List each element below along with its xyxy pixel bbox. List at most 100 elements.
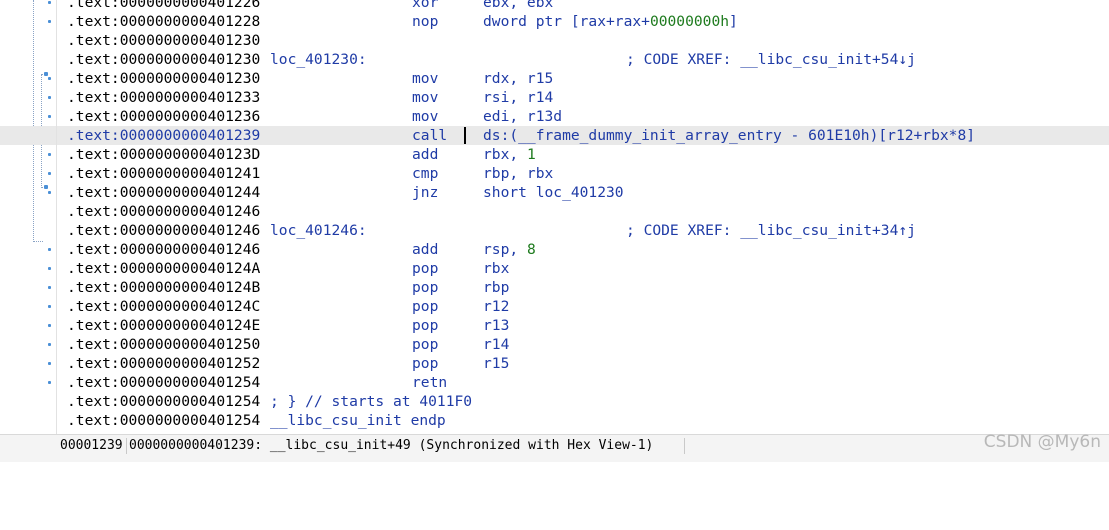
listing-row[interactable]: .text:0000000000401254 ; } // starts at 4… (0, 392, 1109, 411)
instruction-operands[interactable]: rbx, 1 (483, 145, 536, 164)
address-label[interactable]: .text:0000000000401230 (67, 50, 260, 69)
address-label[interactable]: .text:0000000000401233 (67, 88, 260, 107)
instruction-operands[interactable]: r14 (483, 335, 509, 354)
instruction-mnemonic[interactable]: pop (412, 335, 438, 354)
instruction-mnemonic[interactable]: pop (412, 354, 438, 373)
instruction-operands[interactable]: rbp, rbx (483, 164, 553, 183)
instruction-mnemonic[interactable]: pop (412, 316, 438, 335)
operand-number: 8 (526, 241, 536, 258)
operand-text: ] (729, 13, 738, 30)
listing-row[interactable]: .text:0000000000401230 mov rdx, r15 (0, 69, 1109, 88)
code-label[interactable]: __libc_csu_init endp (270, 411, 446, 430)
instruction-mnemonic[interactable]: mov (412, 69, 438, 88)
address-label[interactable]: .text:000000000040123D (67, 145, 260, 164)
instruction-mnemonic[interactable]: xor (412, 0, 438, 12)
address-label[interactable]: .text:000000000040124C (67, 297, 260, 316)
instruction-operands[interactable]: rdx, r15 (483, 69, 553, 88)
address-label[interactable]: .text:0000000000401246 (67, 240, 260, 259)
instruction-operands[interactable]: ebx, ebx (483, 0, 553, 12)
operand-text: rsp, (483, 241, 527, 258)
listing-row[interactable]: .text:0000000000401230 loc_401230: ; CODE … (0, 50, 1109, 69)
gutter-divider (56, 0, 57, 461)
instruction-operands[interactable]: dword ptr [rax+rax+00000000h] (483, 12, 738, 31)
instruction-mnemonic[interactable]: pop (412, 259, 438, 278)
address-label[interactable]: .text:0000000000401239 (67, 126, 260, 145)
instruction-mnemonic[interactable]: call (412, 126, 447, 145)
instruction-operands[interactable]: r13 (483, 316, 509, 335)
instruction-mnemonic[interactable]: add (412, 145, 438, 164)
address-label[interactable]: .text:000000000040124E (67, 316, 260, 335)
listing-row[interactable]: .text:0000000000401246 (0, 202, 1109, 221)
address-label[interactable]: .text:0000000000401244 (67, 183, 260, 202)
address-label[interactable]: .text:000000000040124B (67, 278, 260, 297)
listing-row[interactable]: .text:0000000000401233 mov rsi, r14 (0, 88, 1109, 107)
status-separator (126, 438, 127, 454)
instruction-operands[interactable]: ds:(__frame_dummy_init_array_entry - 601… (483, 126, 975, 145)
listing-row[interactable]: .text:0000000000401228 nop dword ptr [rax+… (0, 12, 1109, 31)
instruction-mnemonic[interactable]: mov (412, 107, 438, 126)
instruction-operands[interactable]: rsp, 8 (483, 240, 536, 259)
instruction-mnemonic[interactable]: pop (412, 297, 438, 316)
disassembly-view[interactable]: .text:0000000000401226 xor ebx, ebx .text:0… (0, 0, 1109, 434)
xref-comment[interactable]: ; CODE XREF: __libc_csu_init+34↑j (626, 221, 916, 240)
instruction-operands[interactable]: rbp (483, 278, 509, 297)
instruction-operands[interactable]: short loc_401230 (483, 183, 624, 202)
address-label[interactable]: .text:0000000000401254 (67, 411, 260, 430)
operand-text: rbx (483, 260, 510, 277)
address-label[interactable]: .text:0000000000401228 (67, 12, 260, 31)
listing-row[interactable]: .text:0000000000401254 retn (0, 373, 1109, 392)
listing-row[interactable]: .text:000000000040123D add rbx, 1 (0, 145, 1109, 164)
listing-row[interactable]: .text:000000000040124C pop r12 (0, 297, 1109, 316)
address-label[interactable]: .text:0000000000401246 (67, 221, 260, 240)
operand-text: r15 (483, 355, 510, 372)
instruction-operands[interactable]: rsi, r14 (483, 88, 553, 107)
listing-row[interactable]: .text:0000000000401246 loc_401246: ; CODE … (0, 221, 1109, 240)
instruction-mnemonic[interactable]: mov (412, 88, 438, 107)
address-label[interactable]: .text:0000000000401230 (67, 69, 260, 88)
address-label[interactable]: .text:0000000000401230 (67, 31, 260, 50)
operand-text: r12 (483, 298, 510, 315)
listing-row[interactable]: .text:0000000000401230 (0, 31, 1109, 50)
listing-row[interactable]: .text:0000000000401244 jnz short loc_40123… (0, 183, 1109, 202)
address-label[interactable]: .text:0000000000401236 (67, 107, 260, 126)
address-label[interactable]: .text:0000000000401241 (67, 164, 260, 183)
address-label[interactable]: .text:0000000000401252 (67, 354, 260, 373)
listing-row[interactable]: .text:0000000000401252 pop r15 (0, 354, 1109, 373)
listing-row[interactable]: .text:0000000000401226 xor ebx, ebx (0, 0, 1109, 12)
listing-row[interactable]: .text:000000000040124A pop rbx (0, 259, 1109, 278)
listing-row[interactable]: .text:0000000000401246 add rsp, 8 (0, 240, 1109, 259)
instruction-operands[interactable]: r12 (483, 297, 509, 316)
operand-number: 1 (526, 146, 536, 163)
instruction-mnemonic[interactable]: retn (412, 373, 447, 392)
instruction-operands[interactable]: r15 (483, 354, 509, 373)
operand-text: edi, r13d (483, 108, 563, 125)
operand-text: rsi, r14 (483, 89, 554, 106)
instruction-mnemonic[interactable]: add (412, 240, 438, 259)
listing-row[interactable]: .text:0000000000401236 mov edi, r13d (0, 107, 1109, 126)
address-label[interactable]: .text:000000000040124A (67, 259, 260, 278)
listing-row[interactable]: .text:0000000000401254 __libc_csu_init en… (0, 411, 1109, 430)
operand-text: rbx, (483, 146, 527, 163)
address-label[interactable]: .text:0000000000401254 (67, 392, 260, 411)
code-label[interactable]: ; } // starts at 4011F0 (270, 392, 472, 411)
instruction-mnemonic[interactable]: cmp (412, 164, 438, 183)
address-label[interactable]: .text:0000000000401254 (67, 373, 260, 392)
instruction-operands[interactable]: edi, r13d (483, 107, 562, 126)
listing-row[interactable]: .text:000000000040124B pop rbp (0, 278, 1109, 297)
xref-comment[interactable]: ; CODE XREF: __libc_csu_init+54↓j (626, 50, 916, 69)
address-label[interactable]: .text:0000000000401250 (67, 335, 260, 354)
instruction-mnemonic[interactable]: pop (412, 278, 438, 297)
code-label[interactable]: loc_401246: (270, 221, 367, 240)
address-label[interactable]: .text:0000000000401246 (67, 202, 260, 221)
instruction-mnemonic[interactable]: nop (412, 12, 438, 31)
instruction-operands[interactable]: rbx (483, 259, 509, 278)
code-label[interactable]: loc_401230: (270, 50, 367, 69)
current-line-row[interactable]: .text:0000000000401239 call ds:(__frame_du… (0, 126, 1109, 145)
listing-row[interactable]: .text:000000000040124E pop r13 (0, 316, 1109, 335)
listing-row[interactable]: .text:0000000000401250 pop r14 (0, 335, 1109, 354)
listing-row[interactable]: .text:0000000000401241 cmp rbp, rbx (0, 164, 1109, 183)
instruction-mnemonic[interactable]: jnz (412, 183, 438, 202)
address-label[interactable]: .text:0000000000401226 (67, 0, 260, 12)
operand-number: 00000000h (649, 13, 730, 30)
operand-text: r14 (483, 336, 510, 353)
